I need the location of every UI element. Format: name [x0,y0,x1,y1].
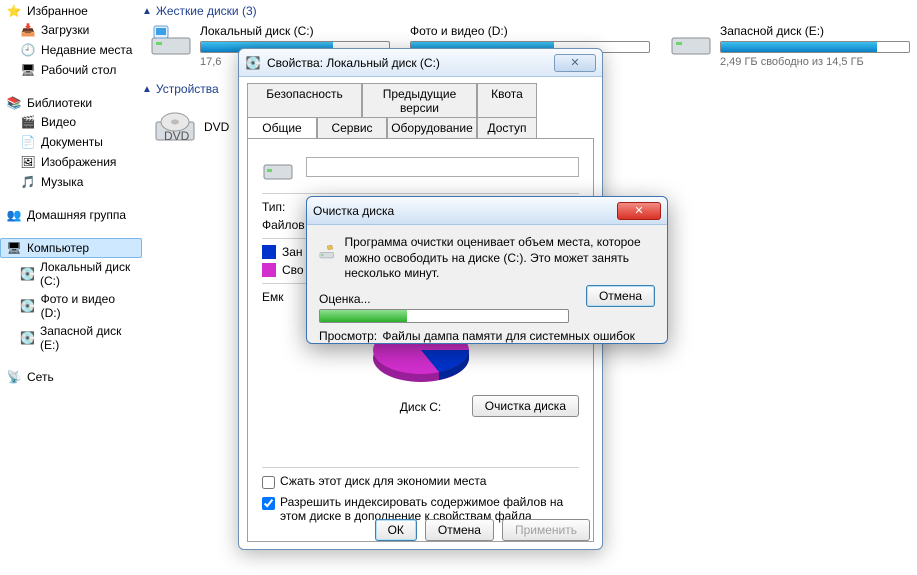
drive-name: Локальный диск (C:) [200,24,390,38]
compress-checkbox-row[interactable]: Сжать этот диск для экономии места [262,474,579,489]
used-label: Зан [282,245,303,259]
recent-icon: 🕘 [20,42,36,58]
tabs-row-1: Безопасность Предыдущие версии Квота [247,83,594,118]
drive-name: Запасной диск (E:) [720,24,910,38]
tab-sharing[interactable]: Доступ [477,117,537,138]
dialog-title: Свойства: Локальный диск (C:) [267,56,548,70]
sidebar-favorites[interactable]: ⭐ Избранное [0,2,142,20]
scan-value: Файлы дампа памяти для системных ошибок [382,329,635,343]
desktop-icon: 🖥 [20,62,36,78]
dialog-titlebar[interactable]: 💽 Свойства: Локальный диск (C:) ✕ [239,49,602,77]
sidebar-item-music[interactable]: 🎵Музыка [0,172,142,192]
video-icon: 🎬 [20,114,36,130]
tab-tools[interactable]: Сервис [317,117,387,138]
drive-icon: 💽 [20,266,35,282]
cleanup-titlebar[interactable]: Очистка диска ✕ [307,197,667,225]
drive-large-icon [262,151,294,183]
cleanup-title: Очистка диска [313,204,611,218]
progress-bar [319,309,569,323]
sidebar-network[interactable]: 📡 Сеть [0,368,142,386]
ok-button[interactable]: ОК [375,519,417,541]
tabs-row-2: Общие Сервис Оборудование Доступ [247,117,594,138]
sidebar-item-videos[interactable]: 🎬Видео [0,112,142,132]
compress-checkbox[interactable] [262,476,275,489]
drive-icon: 💽 [20,330,35,346]
document-icon: 📄 [20,134,36,150]
computer-icon: 🖥 [6,240,22,256]
used-color-icon [262,245,276,259]
dvd-icon: DVD [154,110,196,144]
disk-cleanup-button[interactable]: Очистка диска [472,395,579,417]
sidebar-label: Избранное [27,4,88,18]
downloads-icon: 📥 [20,22,36,38]
hdd-icon [670,24,712,58]
navigation-sidebar: ⭐ Избранное 📥Загрузки 🕘Недавние места 🖥Р… [0,0,142,575]
drive-e[interactable]: Запасной диск (E:) 2,49 ГБ свободно из 1… [670,24,910,68]
close-button[interactable]: ✕ [554,54,596,72]
scan-label: Просмотр: [319,329,379,343]
sidebar-item-downloads[interactable]: 📥Загрузки [0,20,142,40]
drive-icon: 💽 [245,55,261,71]
sidebar-item-drive-c[interactable]: 💽Локальный диск (C:) [0,258,142,290]
free-color-icon [262,263,276,277]
drive-name-input[interactable] [306,157,579,177]
apply-button[interactable]: Применить [502,519,590,541]
tab-hardware[interactable]: Оборудование [387,117,477,138]
sidebar-libraries[interactable]: 📚 Библиотеки [0,94,142,112]
tab-general[interactable]: Общие [247,117,317,138]
sidebar-item-drive-e[interactable]: 💽Запасной диск (E:) [0,322,142,354]
hdd-icon [150,24,192,58]
picture-icon: 🖼 [20,154,36,170]
svg-text:DVD: DVD [164,129,190,143]
drive-sub: 2,49 ГБ свободно из 14,5 ГБ [720,56,910,68]
cleanup-cancel-button[interactable]: Отмена [586,285,655,307]
tab-security[interactable]: Безопасность [247,83,362,118]
cleanup-text: Программа очистки оценивает объем места,… [344,235,655,282]
cancel-button[interactable]: Отмена [425,519,494,541]
libraries-icon: 📚 [6,95,22,111]
cleanup-icon [319,235,334,269]
drive-usage-bar [720,41,910,53]
network-icon: 📡 [6,369,22,385]
homegroup-icon: 👥 [6,207,22,223]
disk-cleanup-dialog: Очистка диска ✕ Программа очистки оценив… [306,196,668,344]
sidebar-item-pictures[interactable]: 🖼Изображения [0,152,142,172]
close-button[interactable]: ✕ [617,202,661,220]
sidebar-item-recent[interactable]: 🕘Недавние места [0,40,142,60]
sidebar-homegroup[interactable]: 👥 Домашняя группа [0,206,142,224]
sidebar-computer[interactable]: 🖥 Компьютер [0,238,142,258]
free-label: Сво [282,263,304,277]
drive-name: Фото и видео (D:) [410,24,650,38]
collapse-arrow-icon: ▲ [142,84,152,95]
drive-icon: 💽 [20,298,36,314]
sidebar-item-documents[interactable]: 📄Документы [0,132,142,152]
collapse-arrow-icon: ▲ [142,6,152,17]
music-icon: 🎵 [20,174,36,190]
index-checkbox[interactable] [262,497,275,510]
sidebar-item-desktop[interactable]: 🖥Рабочий стол [0,60,142,80]
sidebar-item-drive-d[interactable]: 💽Фото и видео (D:) [0,290,142,322]
tab-quota[interactable]: Квота [477,83,537,118]
dvd-label: DVD [204,120,229,134]
dialog-buttons: ОК Отмена Применить [375,519,590,541]
group-hard-disks[interactable]: ▲ Жесткие диски (3) [142,0,917,24]
star-icon: ⭐ [6,3,22,19]
tab-previous-versions[interactable]: Предыдущие версии [362,83,477,118]
